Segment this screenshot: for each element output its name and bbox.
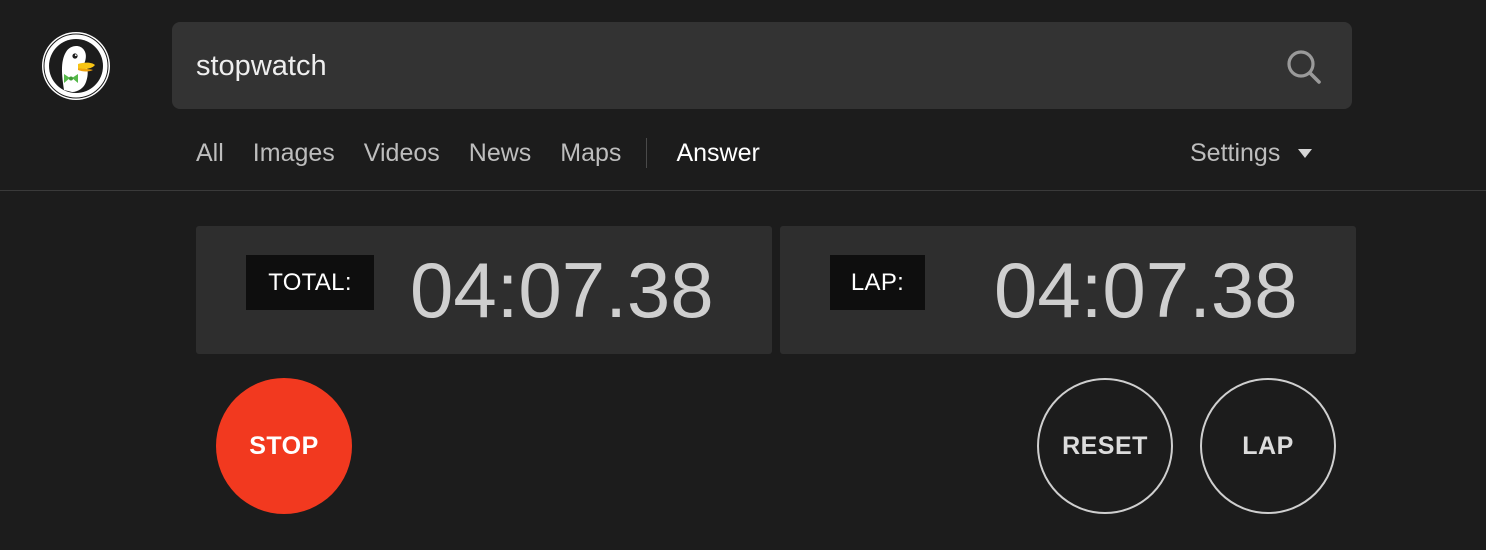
total-time-panel: TOTAL: 04:07.38 — [196, 226, 772, 354]
lap-time: 04:07.38 — [994, 246, 1298, 334]
stopwatch-page: All Images Videos News Maps Answer Setti… — [0, 0, 1486, 550]
settings-dropdown[interactable]: Settings — [1190, 136, 1313, 170]
nav-divider — [646, 138, 648, 168]
nav-item-news[interactable]: News — [469, 139, 532, 168]
nav-item-all[interactable]: All — [196, 139, 224, 168]
lap-label: LAP: — [830, 255, 925, 310]
search-icon[interactable] — [1284, 47, 1324, 87]
total-label: TOTAL: — [246, 255, 374, 310]
duckduckgo-logo-icon[interactable] — [42, 32, 110, 100]
logo-graphic — [43, 33, 109, 99]
search-box — [172, 22, 1352, 109]
total-time: 04:07.38 — [410, 246, 714, 334]
caret-down-icon — [1298, 148, 1313, 158]
nav-item-images[interactable]: Images — [253, 139, 335, 168]
nav-item-maps[interactable]: Maps — [560, 139, 621, 168]
search-nav: All Images Videos News Maps Answer — [196, 136, 789, 170]
lap-button[interactable]: LAP — [1200, 378, 1336, 514]
search-input[interactable] — [196, 44, 1256, 88]
nav-item-videos[interactable]: Videos — [364, 139, 440, 168]
reset-button[interactable]: RESET — [1037, 378, 1173, 514]
stop-button[interactable]: STOP — [216, 378, 352, 514]
settings-label: Settings — [1190, 138, 1281, 167]
header-divider — [0, 190, 1486, 191]
nav-item-answer[interactable]: Answer — [676, 139, 759, 168]
lap-time-panel: LAP: 04:07.38 — [780, 226, 1356, 354]
